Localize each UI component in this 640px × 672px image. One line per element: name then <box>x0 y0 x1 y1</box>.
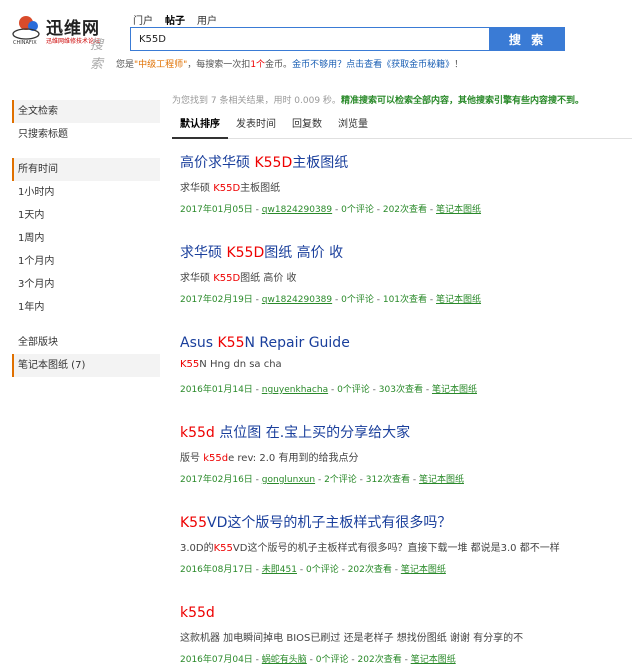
result-item: Asus K55N Repair Guide K55N Hng dn sa ch… <box>180 333 630 423</box>
result-author-link[interactable]: qw1824290389 <box>262 205 332 215</box>
result-forum-link[interactable]: 笔记本图纸 <box>436 295 481 305</box>
logo-mark-text: CHINAFIX <box>13 40 37 46</box>
tab-portal[interactable]: 门户 <box>133 12 153 27</box>
search-button[interactable]: 搜 索 <box>490 27 565 51</box>
result-views: 202次查看 <box>357 655 402 665</box>
result-forum-link[interactable]: 笔记本图纸 <box>419 475 464 485</box>
result-count-text: 为您找到 7 条相关结果，用时 0.009 秒。 <box>172 96 341 106</box>
result-date: 2017年01月05日 <box>180 205 253 215</box>
result-author-link[interactable]: qw1824290389 <box>262 295 332 305</box>
result-meta: 2016年08月17日 - 未即451 - 0个评论 - 202次查看 - 笔记… <box>180 565 446 575</box>
result-forum-link[interactable]: 笔记本图纸 <box>432 385 477 395</box>
results-list: 高价求华硕 K55D主板图纸 求华硕 K55D主板图纸 2017年01月05日 … <box>180 153 630 672</box>
result-title-link[interactable]: Asus K55N Repair Guide <box>180 333 630 353</box>
result-meta: 2016年07月04日 - 蜗蛇有头脑 - 0个评论 - 202次查看 - 笔记… <box>180 655 456 665</box>
notice-mid2: 金币。 <box>265 60 293 70</box>
result-item: k55d 点位图 在.宝上买的分享给大家 版号 k55de rev: 2.0 有… <box>180 423 630 513</box>
result-forum-link[interactable]: 笔记本图纸 <box>436 205 481 215</box>
filter-time-1y[interactable]: 1年内 <box>12 296 160 319</box>
notice-suffix: ！ <box>454 60 464 70</box>
result-meta: 2017年01月05日 - qw1824290389 - 0个评论 - 202次… <box>180 205 482 215</box>
result-replies: 0个评论 <box>337 385 370 395</box>
sort-views[interactable]: 浏览量 <box>330 113 376 139</box>
search-box <box>130 27 490 51</box>
result-replies: 2个评论 <box>324 475 357 485</box>
result-snippet: 这款机器 加电瞬间掉电 BIOS已刷过 还是老样子 想找份图纸 谢谢 有分享的不 <box>180 633 524 644</box>
filter-time-1d[interactable]: 1天内 <box>12 204 160 227</box>
chinafix-logo-icon: CHINAFIX <box>12 16 40 46</box>
result-date: 2017年02月19日 <box>180 295 253 305</box>
result-views: 101次查看 <box>382 295 428 305</box>
filter-time-1w[interactable]: 1周内 <box>12 227 160 250</box>
result-snippet: 求华硕 K55D主板图纸 <box>180 183 281 194</box>
notice-prefix: 您是 <box>116 60 135 70</box>
result-title-link[interactable]: 高价求华硕 K55D主板图纸 <box>180 153 630 173</box>
filter-title-only[interactable]: 只搜索标题 <box>12 123 160 146</box>
coins-insufficient-link[interactable]: 金币不够用？ <box>292 60 346 70</box>
result-item: 高价求华硕 K55D主板图纸 求华硕 K55D主板图纸 2017年01月05日 … <box>180 153 630 243</box>
result-author-link[interactable]: 未即451 <box>262 565 297 575</box>
coin-notice: 您是"中级工程师"，每搜索一次扣1个金币。金币不够用？点击查看《获取金币秘籍》！ <box>116 57 463 70</box>
result-snippet: 求华硕 K55D图纸 高价 收 <box>180 273 297 284</box>
filter-time-1m[interactable]: 1个月内 <box>12 250 160 273</box>
logo-search-word: 搜索 <box>90 38 105 72</box>
result-forum-link[interactable]: 笔记本图纸 <box>411 655 456 665</box>
result-views: 202次查看 <box>347 565 392 575</box>
result-date: 2016年01月14日 <box>180 385 253 395</box>
result-views: 202次查看 <box>382 205 428 215</box>
precision-search-tip: 精准搜索可以检索全部内容，其他搜索引擎有些内容搜不到。 <box>340 96 584 106</box>
sort-default[interactable]: 默认排序 <box>172 113 228 139</box>
result-replies: 0个评论 <box>305 565 339 575</box>
result-item: k55d 这款机器 加电瞬间掉电 BIOS已刷过 还是老样子 想找份图纸 谢谢 … <box>180 603 630 672</box>
result-replies: 0个评论 <box>315 655 349 665</box>
sort-tabs: 默认排序 发表时间 回复数 浏览量 <box>172 113 632 139</box>
filter-time-1h[interactable]: 1小时内 <box>12 181 160 204</box>
tab-posts[interactable]: 帖子 <box>165 12 185 27</box>
result-title-link[interactable]: k55d <box>180 603 630 623</box>
result-date: 2017年02月16日 <box>180 475 253 485</box>
search-cost: 1个 <box>250 60 266 70</box>
result-meta: 2017年02月19日 - qw1824290389 - 0个评论 - 101次… <box>180 295 482 305</box>
tab-users[interactable]: 用户 <box>197 12 217 27</box>
result-meta: 2016年01月14日 - nguyenkhacha - 0个评论 - 303次… <box>180 385 477 395</box>
result-title-link[interactable]: k55d 点位图 在.宝上买的分享给大家 <box>180 423 630 443</box>
sort-replies[interactable]: 回复数 <box>284 113 330 139</box>
result-author-link[interactable]: 蜗蛇有头脑 <box>262 655 307 665</box>
filter-fulltext[interactable]: 全文检索 <box>12 100 160 123</box>
result-views: 303次查看 <box>378 385 423 395</box>
result-replies: 0个评论 <box>341 295 374 305</box>
filter-forum-laptop-schematics[interactable]: 笔记本图纸 (7) <box>12 354 160 377</box>
result-snippet: K55N Hng dn sa cha <box>180 359 282 370</box>
result-snippet: 版号 k55de rev: 2.0 有用到的给我点分 <box>180 453 359 464</box>
result-author-link[interactable]: nguyenkhacha <box>262 385 328 395</box>
filter-time-3m[interactable]: 3个月内 <box>12 273 160 296</box>
filter-time-all[interactable]: 所有时间 <box>12 158 160 181</box>
result-author-link[interactable]: gonglunxun <box>262 475 315 485</box>
filter-forum-all[interactable]: 全部版块 <box>12 331 160 354</box>
result-snippet: 3.0D的K55VD这个版号的机子主板样式有很多吗？直接下载一堆 都说是3.0 … <box>180 543 560 554</box>
result-meta: 2017年02月16日 - gonglunxun - 2个评论 - 312次查看… <box>180 475 464 485</box>
result-title-link[interactable]: K55VD这个版号的机子主板样式有很多吗？ <box>180 513 630 533</box>
result-views: 312次查看 <box>365 475 410 485</box>
result-date: 2016年07月04日 <box>180 655 253 665</box>
result-title-link[interactable]: 求华硕 K55D图纸 高价 收 <box>180 243 630 263</box>
site-logo[interactable]: CHINAFIX 迅维网 迅维网维修技术论坛 搜索 <box>12 12 117 72</box>
result-item: 求华硕 K55D图纸 高价 收 求华硕 K55D图纸 高价 收 2017年02月… <box>180 243 630 333</box>
result-date: 2016年08月17日 <box>180 565 253 575</box>
search-scope-tabs: 门户 帖子 用户 <box>133 12 217 27</box>
result-stats: 为您找到 7 条相关结果，用时 0.009 秒。精准搜索可以检索全部内容，其他搜… <box>172 93 584 106</box>
sort-post-time[interactable]: 发表时间 <box>228 113 284 139</box>
user-level: "中级工程师" <box>134 60 188 70</box>
result-item: K55VD这个版号的机子主板样式有很多吗？ 3.0D的K55VD这个版号的机子主… <box>180 513 630 603</box>
coin-guide-link[interactable]: 点击查看《获取金币秘籍》 <box>346 60 454 70</box>
result-replies: 0个评论 <box>341 205 374 215</box>
result-forum-link[interactable]: 笔记本图纸 <box>401 565 446 575</box>
filter-sidebar: 全文检索 只搜索标题 所有时间 1小时内 1天内 1周内 1个月内 3个月内 1… <box>12 100 160 377</box>
notice-mid: ，每搜索一次扣 <box>187 60 251 70</box>
search-input[interactable] <box>131 28 489 50</box>
